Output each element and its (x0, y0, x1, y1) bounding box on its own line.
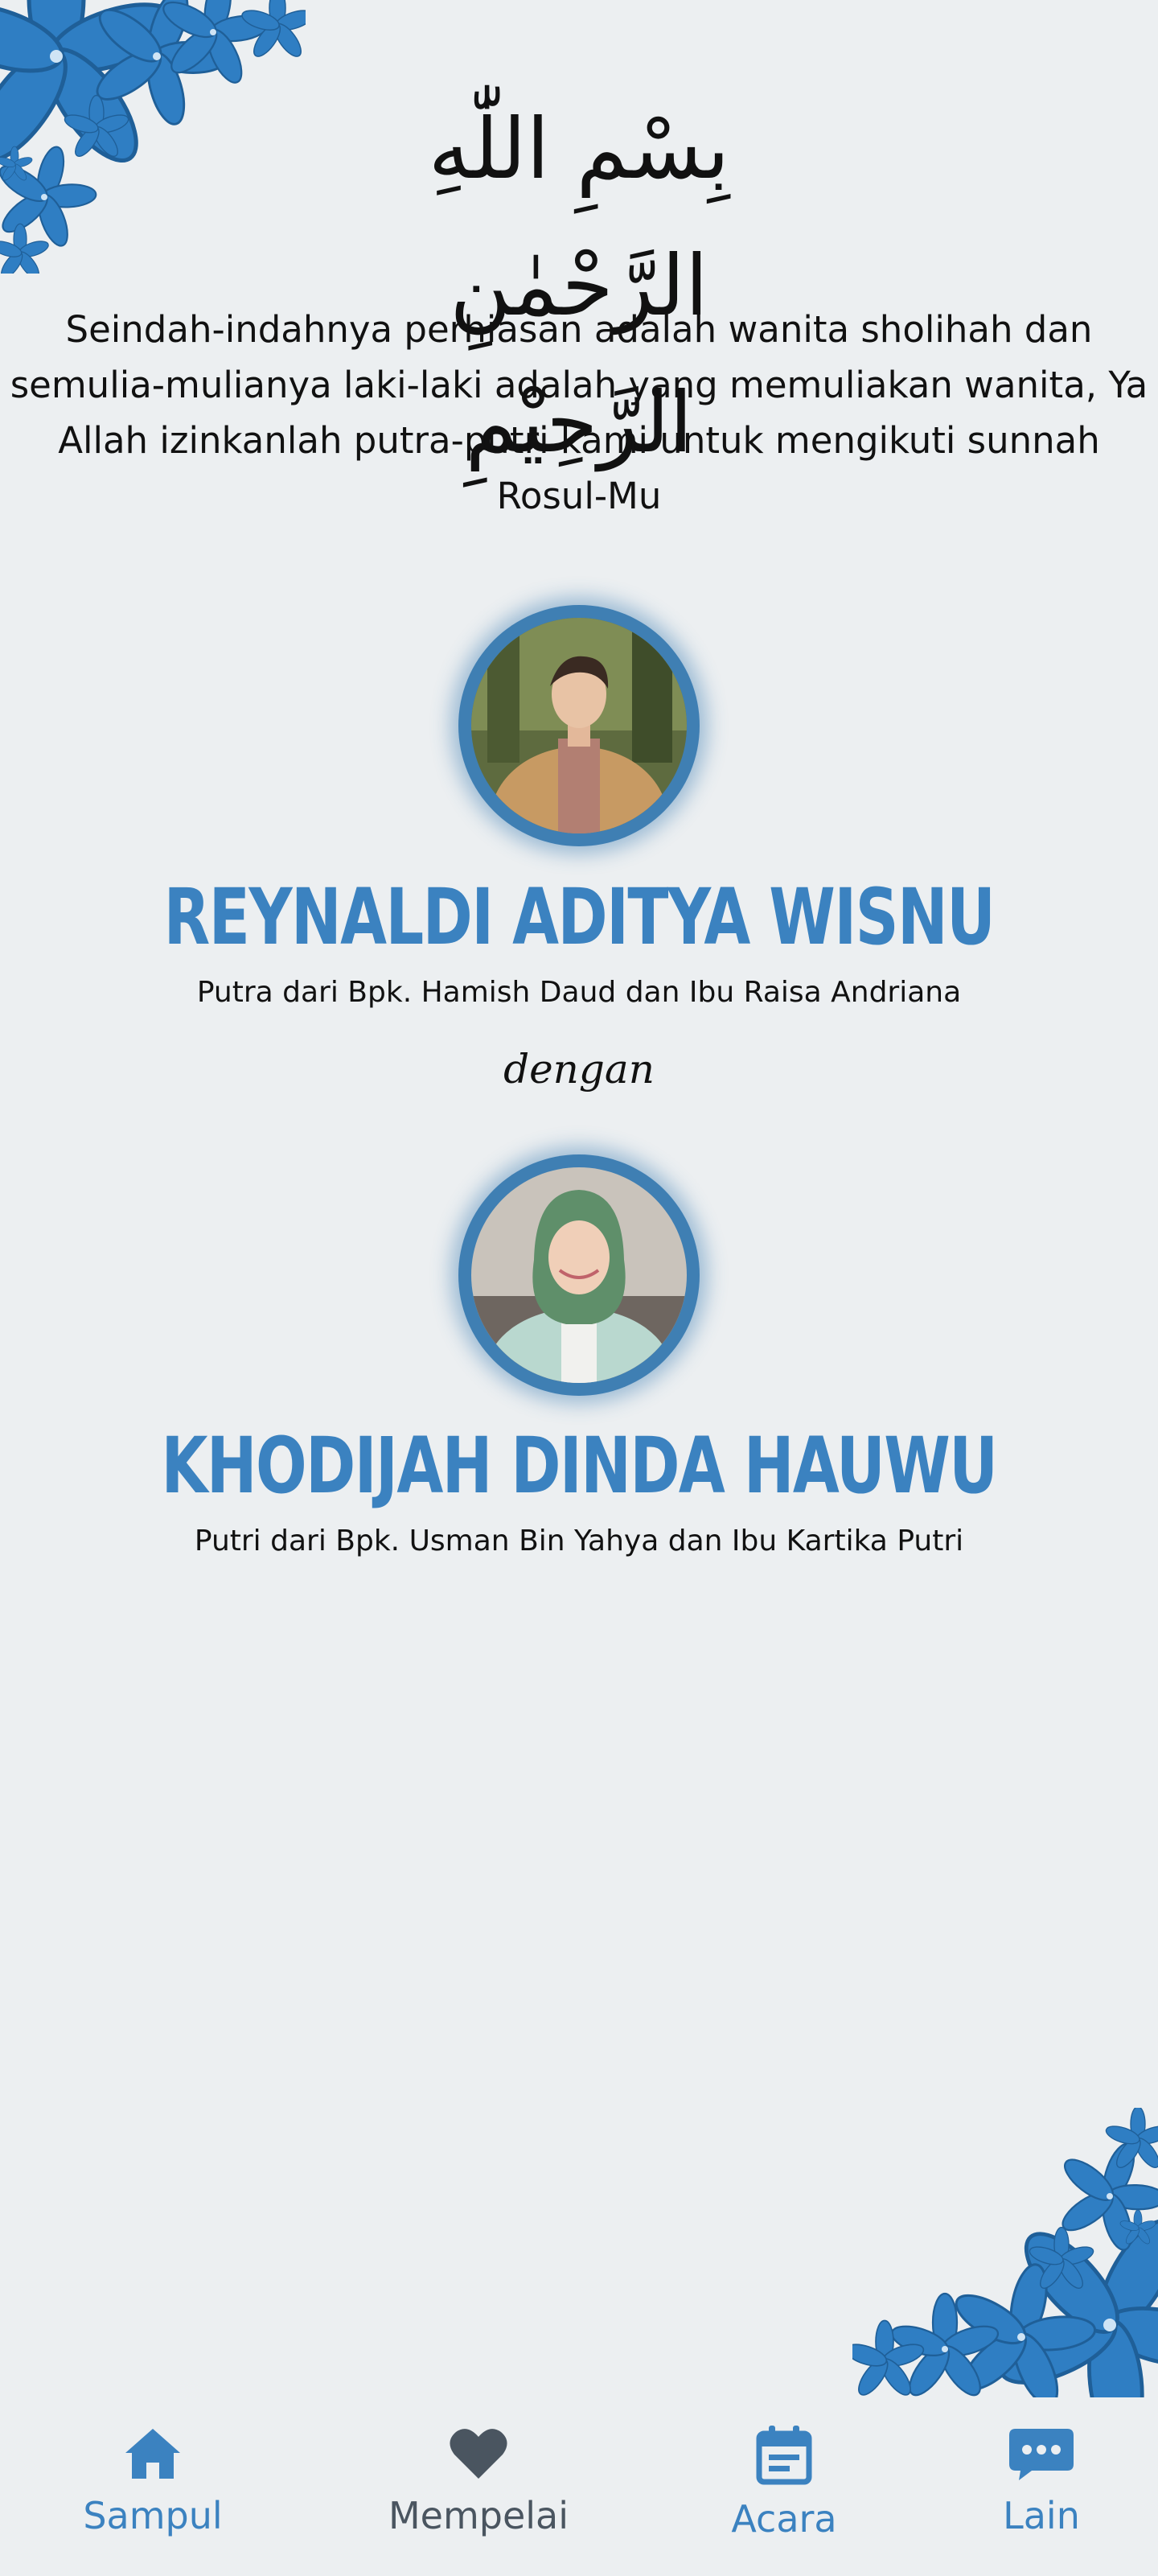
nav-label-mempelai: Mempelai (388, 2494, 569, 2537)
floral-decoration-top-left (0, 0, 306, 274)
bride-name: KHODIJAH DINDA HAUWU (161, 1421, 998, 1511)
groom-photo-image (471, 618, 687, 833)
bride-photo-image (471, 1167, 687, 1383)
nav-item-mempelai[interactable]: Mempelai (370, 2426, 587, 2570)
nav-item-sampul[interactable]: Sampul (56, 2426, 249, 2570)
nav-label-sampul: Sampul (83, 2494, 223, 2537)
invitation-page: بِسْمِ اللّٰهِ الرَّحْمٰنِ الرَّحِيْمِ S… (0, 0, 1158, 2576)
bride-photo (458, 1154, 700, 1396)
groom-parents: Putra dari Bpk. Hamish Daud dan Ibu Rais… (196, 976, 962, 1009)
opening-quote: Seindah-indahnya perhiasan adalah wanita… (10, 308, 1148, 517)
conjunction-text: dengan (503, 1046, 655, 1093)
bottom-navigation: Sampul Mempelai Acara Lain (0, 2413, 1158, 2576)
bride-parents: Putri dari Bpk. Usman Bin Yahya dan Ibu … (194, 1525, 964, 1558)
groom-name: REYNALDI ADITYA WISNU (163, 872, 996, 962)
heart-icon (450, 2429, 507, 2479)
nav-label-lain: Lain (1003, 2494, 1080, 2537)
floral-decoration-bottom-right (852, 2108, 1158, 2397)
home-icon (125, 2429, 180, 2479)
calendar-icon (756, 2426, 812, 2485)
nav-label-acara: Acara (731, 2497, 837, 2541)
bismillah-calligraphy: بِسْمِ اللّٰهِ الرَّحْمٰنِ الرَّحِيْمِ (428, 100, 730, 471)
nav-item-acara[interactable]: Acara (700, 2426, 868, 2570)
nav-item-lain[interactable]: Lain (957, 2426, 1126, 2570)
groom-photo (458, 605, 700, 846)
more-icon (1009, 2429, 1074, 2480)
